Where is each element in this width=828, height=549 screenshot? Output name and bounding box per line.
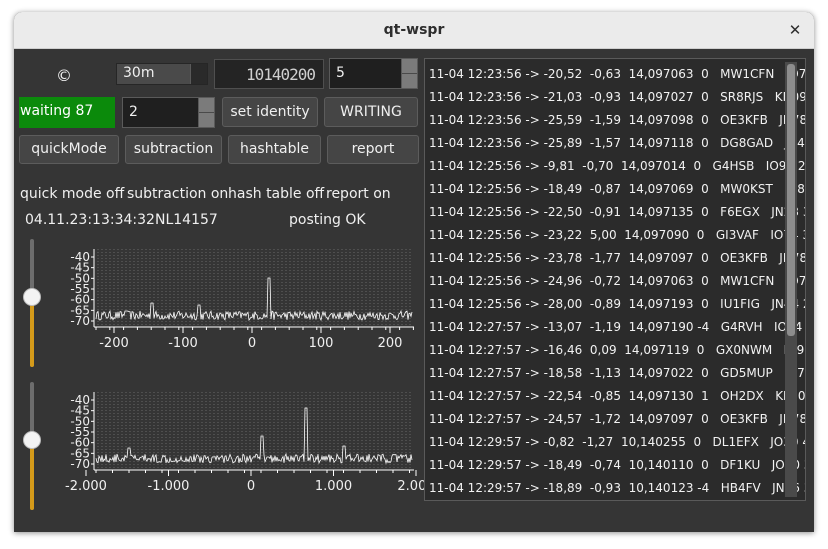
decode-row[interactable]: 11-04 12:25:56 -> -23,22 5,00 14,097090 … (429, 224, 805, 247)
decode-row[interactable]: 11-04 12:23:56 -> -20,52 -0,63 14,097063… (429, 63, 805, 86)
decode-list[interactable]: 11-04 12:23:56 -> -20,52 -0,63 14,097063… (424, 58, 806, 501)
list-scrollbar[interactable] (785, 62, 797, 497)
x-tick-label: 1.000 (315, 479, 352, 494)
level-slider-top-handle[interactable] (23, 288, 41, 306)
band-value: 30m (123, 65, 155, 81)
x-tick-label: 2.000 (397, 479, 424, 494)
decode-row[interactable]: 11-04 12:23:56 -> -25,89 -1,57 14,097118… (429, 132, 805, 155)
copyright-icon: © (56, 66, 72, 85)
x-tick-label: -200 (99, 336, 129, 351)
x-tick-label: 200 (378, 336, 403, 351)
app-window: qt-wspr ✕ © 30m 10140200 5 waiting 87 2 … (14, 12, 814, 532)
title-bar: qt-wspr ✕ (14, 12, 814, 49)
spinbox-top[interactable]: 5 (329, 58, 418, 89)
report-button[interactable]: report (327, 135, 419, 164)
list-scrollbar-thumb[interactable] (787, 64, 795, 336)
x-tick-label: 0 (247, 479, 255, 494)
decode-row[interactable]: 11-04 12:29:57 -> -18,49 -0,74 10,140110… (429, 454, 805, 477)
decode-row[interactable]: 11-04 12:27:57 -> -18,58 -1,13 14,097022… (429, 362, 805, 385)
spectrum-plot-top: -40-45-50-55-60-65-70-200 -100 0 100 200 (70, 249, 414, 351)
decode-row[interactable]: 11-04 12:29:57 -> -18,89 -0,93 10,140123… (429, 477, 805, 500)
decode-row[interactable]: 11-04 12:29:57 -> -0,82 -1,27 10,140255 … (429, 431, 805, 454)
y-tick-label: -70 (70, 314, 90, 328)
decode-row[interactable]: 11-04 12:27:57 -> -13,07 -1,19 14,097190… (429, 316, 805, 339)
status-indicator: waiting 87 (19, 97, 115, 128)
x-tick-label: 100 (309, 336, 334, 351)
quickmode-button[interactable]: quickMode (19, 135, 119, 164)
close-icon[interactable]: ✕ (786, 21, 804, 39)
hashtable-button[interactable]: hashtable (228, 135, 321, 164)
band-select[interactable]: 30m (116, 63, 208, 85)
decode-row[interactable]: 11-04 12:23:56 -> -25,59 -1,59 14,097098… (429, 109, 805, 132)
frequency-value: 10140200 (245, 65, 316, 84)
level-slider-top[interactable] (22, 239, 42, 369)
writing-button[interactable]: WRITING (324, 97, 418, 127)
decode-row[interactable]: 11-04 12:25:56 -> -18,49 -0,87 14,097069… (429, 178, 805, 201)
main-panel: © 30m 10140200 5 waiting 87 2 set identi… (14, 49, 814, 532)
frequency-display: 10140200 (214, 59, 324, 89)
hashtable-status: hash table off (228, 186, 325, 202)
y-tick-label: -70 (70, 457, 90, 471)
spectrum-trace (95, 277, 413, 322)
level-slider-bottom-handle[interactable] (23, 431, 41, 449)
spinbox-top-arrows-icon[interactable] (401, 59, 417, 88)
level-slider-top-fill (30, 297, 34, 367)
window-title: qt-wspr (383, 22, 445, 38)
decode-row[interactable]: 11-04 12:27:57 -> -22,54 -0,85 14,097130… (429, 385, 805, 408)
x-tick-label: -100 (168, 336, 198, 351)
posting-status: posting OK (289, 212, 366, 228)
x-tick-label: 0 (248, 336, 256, 351)
datetime-label: 04.11.23:13:34:32 (25, 212, 155, 228)
status-text: waiting 87 (20, 103, 94, 119)
decode-row[interactable]: 11-04 12:25:56 -> -9,81 -0,70 14,097014 … (429, 155, 805, 178)
decode-row[interactable]: 11-04 12:27:57 -> -24,57 -1,72 14,097097… (429, 408, 805, 431)
spectrum-plot-bottom: -40-45-50-55-60-65-70-2.000 -1.000 0 1.000 2… (65, 392, 424, 494)
level-slider-bottom-fill (30, 440, 34, 510)
locator-label: NL14157 (155, 212, 218, 228)
spinbox-mid-value: 2 (129, 104, 138, 120)
subtraction-status: subtraction on (127, 186, 229, 202)
set-identity-button[interactable]: set identity (222, 97, 318, 127)
spinbox-top-value: 5 (336, 65, 345, 81)
decode-row[interactable]: 11-04 12:25:56 -> -24,96 -0,72 14,097063… (429, 270, 805, 293)
level-slider-bottom[interactable] (22, 382, 42, 512)
band-dropdown-arrow-icon[interactable] (190, 64, 207, 84)
spinbox-mid[interactable]: 2 (122, 97, 215, 128)
decode-row[interactable]: 11-04 12:27:57 -> -16,46 0,09 14,097119 … (429, 339, 805, 362)
decode-row[interactable]: 11-04 12:25:56 -> -22,50 -0,91 14,097135… (429, 201, 805, 224)
subtraction-button[interactable]: subtraction (125, 135, 222, 164)
decode-row[interactable]: 11-04 12:25:56 -> -28,00 -0,89 14,097193… (429, 293, 805, 316)
decode-row[interactable]: 11-04 12:25:56 -> -23,78 -1,77 14,097097… (429, 247, 805, 270)
report-status: report on (326, 186, 391, 202)
quickmode-status: quick mode off (20, 186, 125, 202)
x-tick-label: -2.000 (65, 479, 107, 494)
spinbox-mid-arrows-icon[interactable] (198, 98, 214, 127)
decode-row[interactable]: 11-04 12:23:56 -> -21,03 -0,93 14,097027… (429, 86, 805, 109)
x-tick-label: -1.000 (148, 479, 190, 494)
